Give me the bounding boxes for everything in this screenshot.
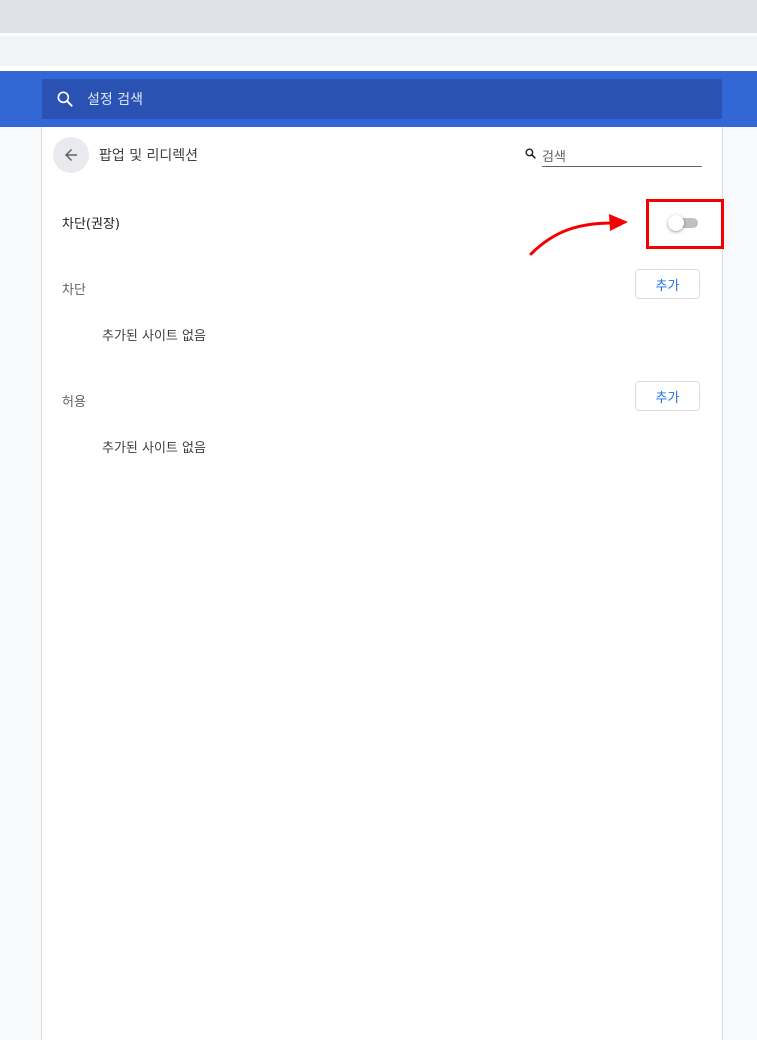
browser-toolbar [0, 36, 757, 66]
page-title: 팝업 및 리디렉션 [99, 148, 199, 164]
settings-search-bar[interactable]: 설정 검색 [42, 79, 722, 119]
subpage-search-underline [542, 166, 702, 167]
arrow-back-icon [65, 149, 77, 161]
settings-header: 설정 검색 [0, 71, 757, 127]
settings-search-placeholder: 설정 검색 [87, 92, 143, 108]
add-block-site-button[interactable]: 추가 [635, 269, 700, 299]
subpage-search[interactable]: 검색 [524, 145, 702, 167]
annotation-highlight-box [646, 199, 724, 249]
section-label-block: 차단 [62, 283, 86, 298]
section-label-allow: 허용 [62, 395, 86, 410]
allow-empty-text: 추가된 사이트 없음 [102, 441, 206, 456]
block-toggle-label: 차단(권장) [62, 217, 120, 232]
search-icon [525, 148, 536, 159]
annotation-arrow-icon [529, 214, 628, 256]
add-allow-site-button[interactable]: 추가 [635, 381, 700, 411]
settings-card: 팝업 및 리디렉션 검색 차단(권장) 차단 추가 추가된 사이트 없음 허용 … [41, 127, 723, 1040]
search-icon [57, 91, 73, 107]
back-button[interactable] [53, 137, 89, 173]
subpage-search-placeholder: 검색 [542, 150, 566, 165]
browser-tab-strip [0, 0, 757, 33]
block-empty-text: 추가된 사이트 없음 [102, 329, 206, 344]
